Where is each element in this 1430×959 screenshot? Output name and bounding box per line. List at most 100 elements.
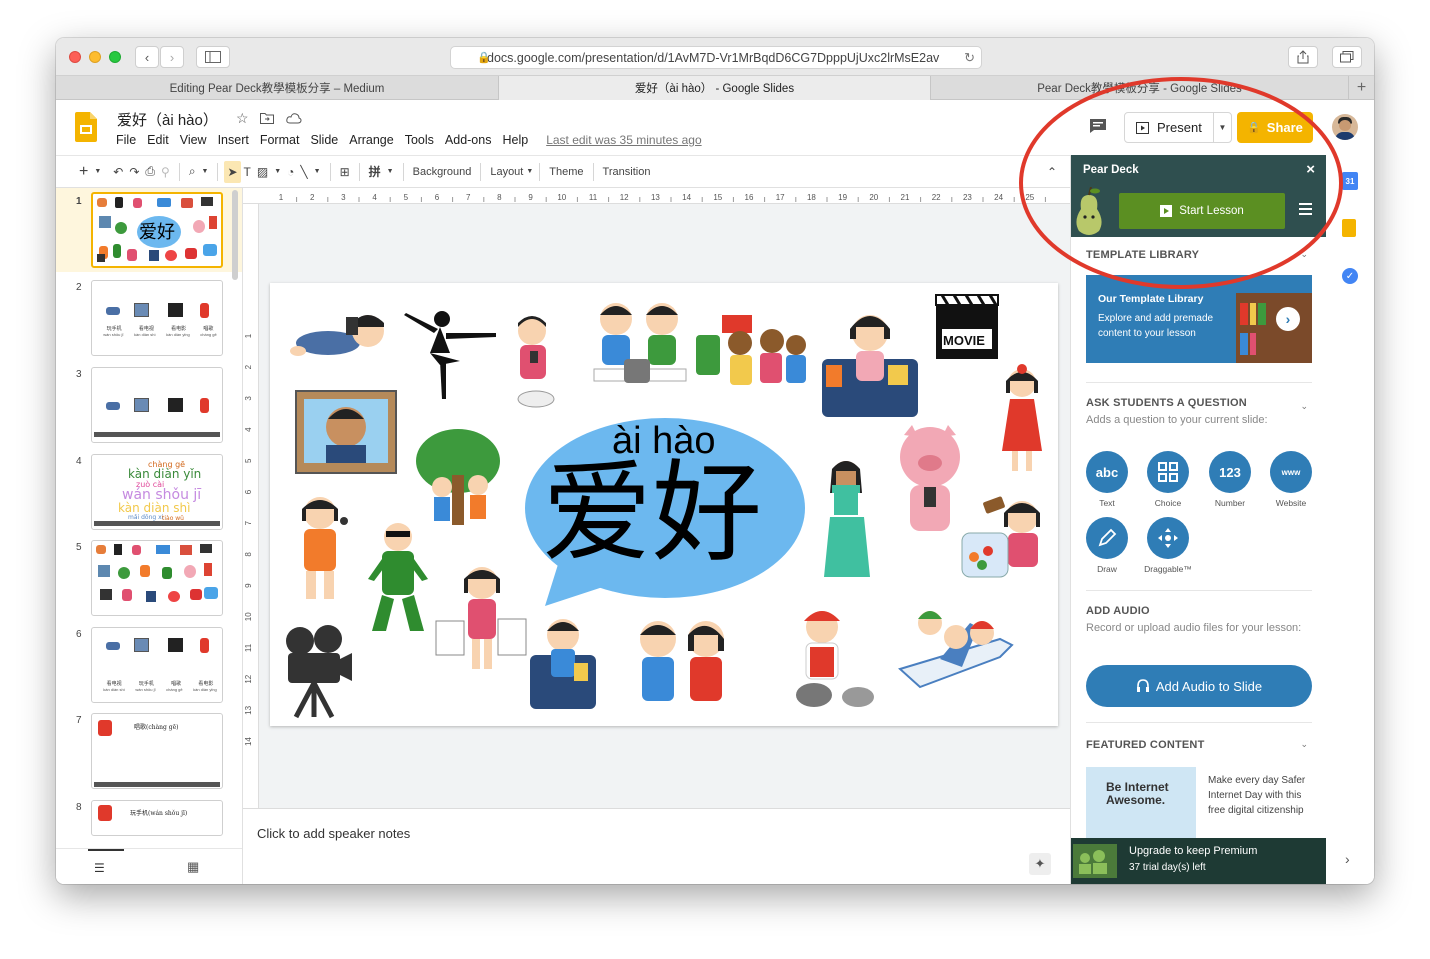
background-button[interactable]: Background — [410, 161, 475, 183]
featured-thumbnail[interactable]: Be Internet Awesome. — [1086, 767, 1196, 847]
select-cursor-icon[interactable]: ➤ — [224, 160, 241, 183]
menu-arrange[interactable]: Arrange — [349, 133, 393, 147]
slide-thumbnail-4[interactable]: chàng gē kàn diàn yǐn zuò cài wán shǒu j… — [91, 454, 223, 530]
close-window-button[interactable] — [69, 51, 81, 63]
close-sidebar-icon[interactable]: × — [1306, 161, 1315, 178]
grid-view-icon[interactable]: ▦ — [187, 859, 199, 875]
menu-tools[interactable]: Tools — [405, 133, 434, 147]
last-edit-link[interactable]: Last edit was 35 minutes ago — [546, 133, 701, 147]
image-dropdown-icon[interactable]: ▼ — [271, 161, 284, 183]
tab-pear-deck[interactable]: Pear Deck教學模板分享 - Google Slides — [931, 76, 1349, 100]
redo-icon[interactable]: ↷ — [126, 161, 142, 183]
number-question-button[interactable]: 123 — [1209, 451, 1251, 493]
menu-edit[interactable]: Edit — [147, 133, 169, 147]
share-browser-button[interactable] — [1288, 46, 1318, 68]
chevron-down-icon[interactable]: ⌄ — [1300, 401, 1308, 412]
forward-button[interactable]: › — [160, 46, 184, 68]
input-tools-icon[interactable]: 拼 — [366, 161, 384, 183]
address-bar[interactable]: 🔒 docs.google.com/presentation/d/1AvM7D-… — [450, 46, 982, 69]
ask-students-subtitle: Adds a question to your current slide: — [1086, 414, 1268, 426]
text-question-button[interactable]: abc — [1086, 451, 1128, 493]
upgrade-banner[interactable]: Upgrade to keep Premium 37 trial day(s) … — [1071, 838, 1326, 884]
new-slide-dropdown-icon[interactable]: ▼ — [91, 161, 104, 183]
draw-question-button[interactable] — [1086, 517, 1128, 559]
ask-students-heading[interactable]: ASK STUDENTS A QUESTION — [1086, 397, 1312, 409]
slide-thumbnail-5[interactable] — [91, 540, 223, 616]
chevron-right-icon[interactable]: › — [1276, 307, 1300, 331]
website-question-button[interactable]: www — [1270, 451, 1312, 493]
present-button[interactable]: Present ▼ — [1124, 112, 1232, 143]
share-button[interactable]: 🔒 Share — [1237, 112, 1313, 143]
featured-content-heading[interactable]: FEATURED CONTENT — [1086, 739, 1312, 751]
keep-icon[interactable] — [1342, 219, 1356, 237]
zoom-window-button[interactable] — [109, 51, 121, 63]
filmstrip-scrollbar[interactable] — [232, 190, 238, 280]
text-box-icon[interactable]: T — [241, 161, 254, 183]
tasks-icon[interactable]: ✓ — [1342, 268, 1358, 284]
filmstrip-view-icon[interactable]: ☰ — [94, 861, 105, 875]
present-dropdown-icon[interactable]: ▼ — [1213, 113, 1231, 142]
theme-button[interactable]: Theme — [546, 161, 586, 183]
layout-button[interactable]: Layout — [487, 161, 526, 183]
tabs-overview-button[interactable] — [1332, 46, 1362, 68]
start-lesson-button[interactable]: Start Lesson — [1119, 193, 1285, 229]
collapse-menu-icon[interactable]: ⌃ — [1044, 161, 1060, 183]
layout-dropdown-icon[interactable]: ▼ — [526, 161, 533, 183]
add-audio-button[interactable]: Add Audio to Slide — [1086, 665, 1312, 707]
paint-format-icon[interactable]: ⚲ — [158, 161, 173, 183]
slide-thumbnail-1[interactable]: 爱好 — [91, 192, 223, 268]
input-tools-dropdown-icon[interactable]: ▼ — [384, 161, 397, 183]
template-library-heading[interactable]: TEMPLATE LIBRARY — [1086, 249, 1312, 261]
undo-icon[interactable]: ↶ — [110, 161, 126, 183]
line-icon[interactable]: ╲ — [297, 161, 310, 183]
shape-icon[interactable]: ◔ — [284, 161, 297, 183]
print-icon[interactable]: ⎙ — [142, 161, 158, 183]
zoom-dropdown-icon[interactable]: ▼ — [199, 161, 212, 183]
speaker-notes[interactable]: Click to add speaker notes ✦ — [243, 808, 1070, 884]
template-library-card[interactable]: Our Template Library Explore and add pre… — [1086, 275, 1312, 363]
current-slide[interactable]: ài hào 爱好 MOVIE — [270, 283, 1058, 726]
expand-side-panel-icon[interactable]: › — [1345, 851, 1350, 867]
menu-view[interactable]: View — [180, 133, 207, 147]
menu-help[interactable]: Help — [502, 133, 528, 147]
slide-thumbnail-2[interactable]: 玩手机 看电视 看电影 唱歌 wán shǒu jī kàn diàn shì … — [91, 280, 223, 356]
tab-medium[interactable]: Editing Pear Deck教學模板分享 – Medium — [56, 76, 499, 100]
image-icon[interactable]: ▨ — [254, 161, 271, 183]
reload-icon[interactable]: ↻ — [960, 50, 975, 66]
slide-thumbnail-7[interactable]: 唱歌(chàng gē) — [91, 713, 223, 789]
draggable-question-button[interactable] — [1147, 517, 1189, 559]
comments-icon[interactable] — [1089, 118, 1107, 139]
explore-icon[interactable]: ✦ — [1029, 853, 1051, 875]
menu-file[interactable]: File — [116, 133, 136, 147]
new-slide-icon[interactable]: + — [76, 161, 91, 183]
slide-thumbnail-3[interactable] — [91, 367, 223, 443]
move-folder-icon[interactable] — [260, 111, 274, 129]
minimize-window-button[interactable] — [89, 51, 101, 63]
menu-add-ons[interactable]: Add-ons — [445, 133, 492, 147]
insert-comment-icon[interactable]: ⊞ — [337, 161, 353, 183]
menu-insert[interactable]: Insert — [218, 133, 249, 147]
chevron-down-icon[interactable]: ⌄ — [1300, 739, 1308, 750]
template-card-title: Our Template Library — [1098, 293, 1204, 305]
star-icon[interactable]: ☆ — [236, 110, 249, 127]
transition-button[interactable]: Transition — [600, 161, 654, 183]
doc-title[interactable]: 爱好（ài hào） — [117, 109, 218, 130]
back-button[interactable]: ‹ — [135, 46, 159, 68]
pear-deck-menu-icon[interactable] — [1299, 203, 1312, 215]
slide-thumbnail-8[interactable]: 玩手机(wán shǒu jī) — [91, 800, 223, 836]
new-tab-button[interactable]: + — [1349, 76, 1374, 100]
menu-slide[interactable]: Slide — [310, 133, 338, 147]
slides-logo-icon[interactable] — [75, 112, 97, 142]
account-avatar[interactable] — [1332, 114, 1358, 140]
tab-slides-active[interactable]: 爱好（ài hào） - Google Slides — [499, 76, 931, 100]
thumb-label: 唱歌 — [171, 681, 182, 687]
zoom-icon[interactable]: ⌕ — [186, 161, 199, 183]
chevron-down-icon[interactable]: ⌄ — [1300, 249, 1308, 260]
calendar-icon[interactable]: 31 — [1342, 172, 1358, 190]
choice-question-button[interactable] — [1147, 451, 1189, 493]
sidebar-toggle-button[interactable] — [196, 46, 230, 68]
slide-thumbnail-6[interactable]: 看电视 玩手机 唱歌 看电影 kàn diàn shì wán shǒu jī … — [91, 627, 223, 703]
ruler-tick-label: 2 — [310, 193, 315, 202]
menu-format[interactable]: Format — [260, 133, 300, 147]
line-dropdown-icon[interactable]: ▼ — [311, 161, 324, 183]
